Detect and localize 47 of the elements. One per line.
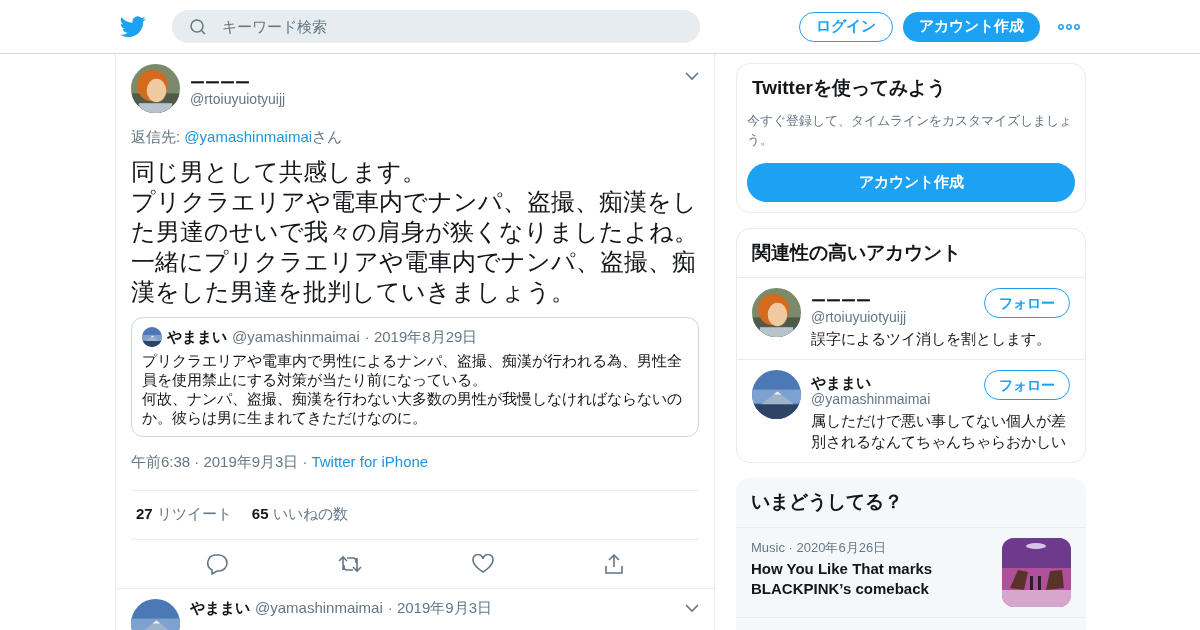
quoted-tweet[interactable]: やままい @yamashinmaimai · 2019年8月29日 プリクラエリアや電車内で男性によるナンパ、盗撮、痴漢が行われる為、男性全員を使用禁止にする対策が当たり前になっている。 何故、ナンパ、盗撮、痴漢を行わない大多数の男性が我慢しなければならないのか。彼らは男に生まれてきただけなのに。 — [131, 316, 699, 437]
search-icon — [190, 19, 206, 35]
share-icon[interactable] — [604, 553, 624, 574]
trend-headline: How You Like That marks BLACKPINK’s comeback — [751, 559, 934, 599]
more-icon[interactable] — [1058, 23, 1080, 30]
tweet-text: 同じ男として共感します。 — [131, 157, 427, 187]
caret-icon[interactable] — [685, 72, 699, 81]
time-text: 午前6:38 — [131, 452, 191, 472]
trend-item[interactable]: Music · 2020年6月26日 How You Like That marks BLACKPINK’s comeback — [736, 527, 1086, 618]
card-title: Twitterを使ってみよう — [751, 76, 947, 100]
tweet-text: プリクラエリアや電車内でナンパ、盗撮、痴漢をした男達のせいで我々の肩身が狭くなりましたよね。 — [131, 187, 699, 247]
mention-link[interactable]: @yamashinmaimai — [184, 128, 313, 145]
user-handle: @yamashinmaimai — [232, 326, 360, 347]
user-handle[interactable]: @yamashinmaimai — [255, 597, 383, 620]
user-bio: 属しただけで悪い事してない個人が差別されるなんてちゃんちゃらおかしい — [811, 411, 1067, 452]
separator-text: · — [302, 452, 308, 472]
quote-text: 何故、ナンパ、盗撮、痴漢を行わない大多数の男性が我慢しなければならないのか。彼らは男に生まれてきただけなのに。 — [142, 390, 683, 428]
search-field[interactable]: キーワード検索 — [172, 10, 700, 43]
stat-text[interactable]: 65 いいねの数 — [251, 503, 348, 526]
card-text: 今すぐ登録して、タイムラインをカスタマイズしましょう。 — [747, 111, 1073, 149]
user-bio: 誤字によるツイ消しを割とします。 — [811, 329, 1052, 349]
stat-text[interactable]: 27 リツイート — [136, 503, 232, 526]
date-text: · 2019年9月3日 — [387, 598, 492, 619]
user-name: やままい — [167, 326, 227, 347]
signup-button[interactable]: アカウント作成 — [747, 162, 1075, 202]
reply-to-text: 返信先: @yamashinmaimaiさん — [131, 127, 344, 147]
user-handle[interactable]: @yamashinmaimai — [811, 391, 984, 408]
user-handle[interactable]: @rtoiuyuiotyuijj — [190, 91, 675, 108]
card-title: いまどうしてる？ — [736, 478, 1086, 528]
retweet-icon[interactable] — [338, 553, 362, 574]
bird-logo[interactable] — [120, 15, 146, 38]
user-handle[interactable]: @rtoiuyuiotyuijj — [811, 309, 984, 326]
user-name[interactable]: やままい — [811, 374, 984, 391]
user-name[interactable]: やままい — [190, 597, 250, 620]
quote-text: プリクラエリアや電車内で男性によるナンパ、盗撮、痴漢が行われる為、男性全員を使用禁止にする対策が当たり前になっている。 — [142, 352, 683, 390]
date-text: · 2019年8月29日 — [364, 326, 478, 347]
source-link[interactable]: Twitter for iPhone — [311, 451, 429, 474]
user-name[interactable]: ーーーー — [811, 292, 984, 309]
signup-button[interactable]: アカウント作成 — [903, 11, 1040, 42]
trend-meta: Music · 2020年6月26日 — [751, 538, 888, 557]
card-title: 関連性の高いアカウント — [737, 228, 1085, 278]
reply-icon[interactable] — [206, 552, 228, 575]
tweet-text: 一緒にプリクラエリアや電車内でナンパ、盗撮、痴漢をした男達を批判していきましょう。 — [131, 247, 697, 307]
user-name[interactable]: ーーーー — [190, 74, 675, 91]
caret-icon[interactable] — [685, 604, 699, 613]
heart-icon[interactable] — [472, 553, 494, 574]
date-text: · 2019年9月3日 — [194, 452, 299, 472]
